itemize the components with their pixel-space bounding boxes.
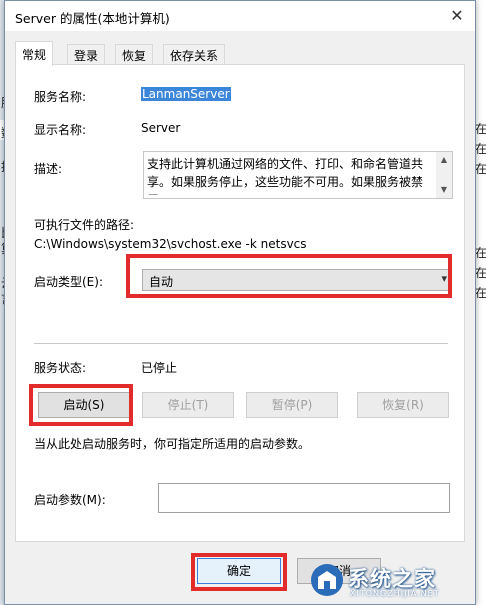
display-name-value[interactable]: Server	[141, 121, 180, 135]
start-params-input[interactable]	[158, 483, 450, 513]
bg-text: 在	[475, 286, 486, 300]
service-name-label: 服务名称:	[34, 90, 87, 104]
tab-recovery[interactable]: 恢复	[115, 44, 154, 65]
description-textbox[interactable]: 支持此计算机通过网络的文件、打印、和命名管道共享。如果服务停止，这些功能不可用。…	[143, 151, 453, 199]
bg-text: 在	[475, 122, 486, 136]
service-status-label: 服务状态:	[34, 361, 87, 375]
startup-type-label: 启动类型(E):	[34, 275, 103, 289]
scroll-down-icon[interactable]: ▼	[436, 184, 452, 196]
display-name-label: 显示名称:	[34, 123, 87, 137]
ok-button[interactable]: 确定	[197, 558, 281, 584]
service-name-value[interactable]: LanmanServer	[141, 87, 231, 101]
pause-button[interactable]: 暂停(P)	[246, 392, 338, 418]
bg-text: 在	[475, 162, 486, 176]
startup-type-value: 自动	[149, 275, 174, 289]
bg-text: 在	[475, 266, 486, 280]
service-status-value: 已停止	[141, 361, 178, 375]
watermark-subtext: XITONGZHIJIA.NET	[350, 589, 440, 598]
startup-type-select[interactable]: 自动 ▾	[142, 269, 452, 291]
description-scrollbar[interactable]: ▲ ▼	[436, 152, 452, 198]
chevron-down-icon[interactable]: ▾	[441, 272, 447, 285]
description-label: 描述:	[34, 162, 63, 176]
exec-path-label: 可执行文件的路径:	[34, 218, 135, 232]
watermark-logo-icon	[311, 564, 343, 596]
resume-button[interactable]: 恢复(R)	[357, 392, 449, 418]
exec-path-value: C:\Windows\system32\svchost.exe -k netsv…	[34, 237, 307, 251]
tab-logon[interactable]: 登录	[67, 44, 106, 65]
stop-button[interactable]: 停止(T)	[142, 392, 234, 418]
close-icon[interactable]: ✕	[445, 4, 469, 28]
service-properties-dialog: Server 的属性(本地计算机) ✕ 常规 登录 恢复 依存关系 服务名称: …	[4, 0, 476, 605]
tab-dependencies[interactable]: 依存关系	[163, 44, 226, 65]
start-params-label: 启动参数(M):	[34, 493, 106, 507]
service-name-text[interactable]: LanmanServer	[141, 87, 231, 101]
tab-general[interactable]: 常规	[15, 41, 54, 66]
description-text: 支持此计算机通过网络的文件、打印、和命名管道共享。如果服务停止，这些功能不可用。…	[147, 157, 424, 195]
bg-text: 在	[475, 246, 486, 260]
bg-text: 在	[475, 142, 486, 156]
general-tab-panel: 服务名称: LanmanServer 显示名称: Server 描述: 支持此计…	[15, 64, 465, 542]
watermark: 系统之家 XITONGZHIJIA.NET	[310, 561, 480, 601]
divider	[34, 343, 448, 344]
start-params-hint: 当从此处启动服务时，你可指定所适用的启动参数。	[34, 437, 311, 451]
title-bar[interactable]: Server 的属性(本地计算机) ✕	[5, 1, 475, 31]
scroll-up-icon[interactable]: ▲	[436, 154, 452, 166]
start-button[interactable]: 启动(S)	[38, 392, 130, 418]
window-title: Server 的属性(本地计算机)	[15, 11, 170, 26]
